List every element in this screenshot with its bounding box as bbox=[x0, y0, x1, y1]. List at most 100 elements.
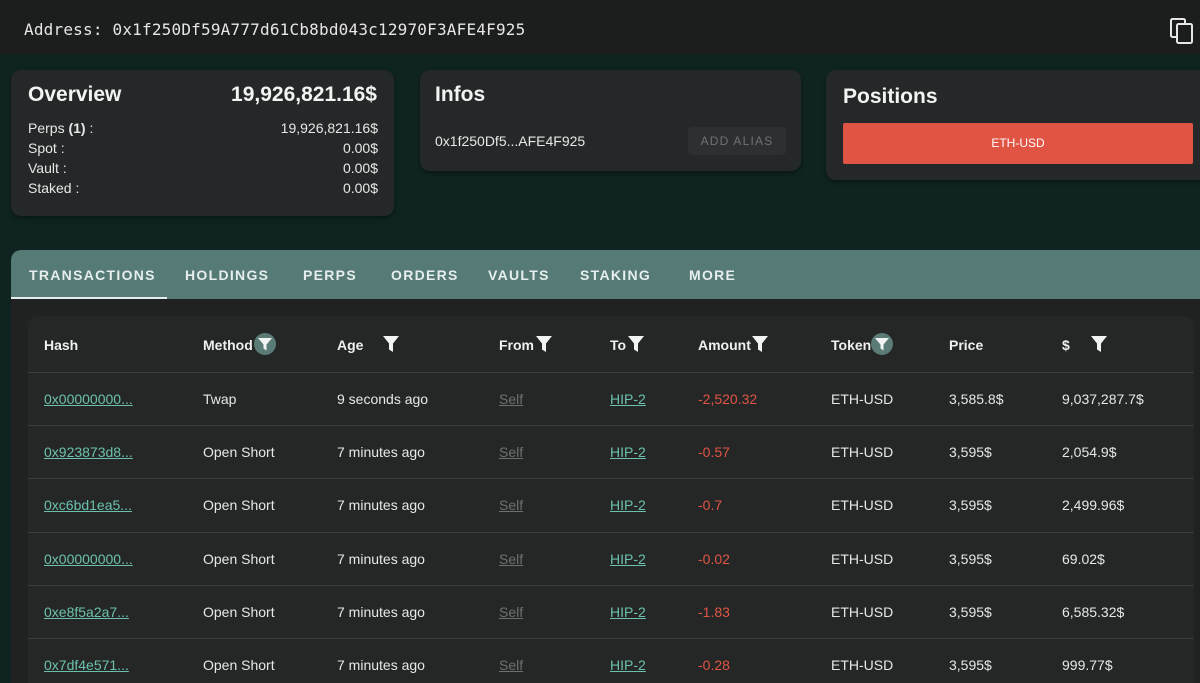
row-divider bbox=[28, 532, 1194, 533]
tx-amount: -0.28 bbox=[698, 657, 730, 673]
tx-from-link[interactable]: Self bbox=[499, 603, 523, 621]
tx-hash-link[interactable]: 0xe8f5a2a7... bbox=[44, 603, 129, 621]
overview-value: 19,926,821.16$ bbox=[280, 120, 378, 136]
add-alias-button[interactable]: ADD ALIAS bbox=[688, 127, 786, 155]
column-header-hash: Hash bbox=[44, 337, 79, 353]
tx-to-link[interactable]: HIP-2 bbox=[610, 550, 646, 568]
tx-amount: -2,520.32 bbox=[698, 391, 758, 407]
method-filter-icon[interactable] bbox=[254, 333, 276, 355]
tx-from-link[interactable]: Self bbox=[499, 496, 523, 514]
address-label: Address: 0x1f250Df59A777d61Cb8bd043c1297… bbox=[24, 20, 526, 39]
tx-token: ETH-USD bbox=[831, 604, 894, 620]
tx-age: 7 minutes ago bbox=[337, 657, 425, 673]
row-divider bbox=[28, 638, 1194, 639]
tx-method: Open Short bbox=[203, 444, 275, 460]
overview-value: 0.00$ bbox=[342, 160, 378, 176]
overview-row-staked: Staked : 0.00$ bbox=[28, 180, 378, 200]
tx-to-link[interactable]: HIP-2 bbox=[610, 443, 646, 461]
tx-to-link[interactable]: HIP-2 bbox=[610, 390, 646, 408]
tx-method: Open Short bbox=[203, 604, 275, 620]
tx-token: ETH-USD bbox=[831, 444, 894, 460]
row-divider bbox=[28, 478, 1194, 479]
infos-address: 0x1f250Df5...AFE4F925 bbox=[435, 133, 586, 149]
row-divider bbox=[28, 585, 1194, 586]
usd-filter-icon[interactable] bbox=[1091, 336, 1107, 353]
column-header-usd[interactable]: $ bbox=[1062, 336, 1070, 354]
from-filter-icon[interactable] bbox=[536, 336, 552, 353]
overview-label: Vault : bbox=[28, 160, 67, 176]
overview-row-spot: Spot : 0.00$ bbox=[28, 140, 378, 160]
tx-method: Open Short bbox=[203, 497, 275, 513]
tx-price: 3,595$ bbox=[949, 551, 992, 567]
tx-method: Twap bbox=[203, 391, 237, 407]
tx-token: ETH-USD bbox=[831, 391, 894, 407]
tx-from-link[interactable]: Self bbox=[499, 656, 523, 674]
tx-price: 3,595$ bbox=[949, 497, 992, 513]
overview-label: Staked : bbox=[28, 180, 80, 196]
tx-age: 7 minutes ago bbox=[337, 551, 425, 567]
tx-to-link[interactable]: HIP-2 bbox=[610, 496, 646, 514]
token-filter-icon[interactable] bbox=[871, 333, 893, 355]
tx-hash-link[interactable]: 0x7df4e571... bbox=[44, 656, 129, 674]
tx-usd-value: 999.77$ bbox=[1062, 657, 1113, 673]
overview-label: Spot : bbox=[28, 140, 65, 156]
infos-card: Infos 0x1f250Df5...AFE4F925 bbox=[420, 70, 801, 171]
row-divider bbox=[28, 425, 1194, 426]
amount-filter-icon[interactable] bbox=[752, 336, 768, 353]
tx-price: 3,595$ bbox=[949, 657, 992, 673]
tx-age: 7 minutes ago bbox=[337, 604, 425, 620]
overview-value: 0.00$ bbox=[342, 180, 378, 196]
tab-more[interactable]: MORE bbox=[689, 267, 736, 283]
overview-title: Overview bbox=[28, 83, 122, 106]
column-header-to[interactable]: To bbox=[610, 336, 626, 354]
overview-row-vault: Vault : 0.00$ bbox=[28, 160, 378, 180]
tab-transactions[interactable]: TRANSACTIONS bbox=[29, 267, 156, 283]
tx-token: ETH-USD bbox=[831, 551, 894, 567]
header-divider bbox=[28, 372, 1194, 373]
column-header-from[interactable]: From bbox=[499, 336, 534, 354]
copy-icon[interactable] bbox=[1170, 18, 1194, 44]
tx-amount: -0.02 bbox=[698, 551, 730, 567]
tx-to-link[interactable]: HIP-2 bbox=[610, 603, 646, 621]
overview-row-perps: Perps (1) : 19,926,821.16$ bbox=[28, 120, 378, 140]
tx-price: 3,585.8$ bbox=[949, 391, 1004, 407]
tx-hash-link[interactable]: 0x00000000... bbox=[44, 550, 133, 568]
column-header-age[interactable]: Age bbox=[337, 336, 363, 354]
position-eth-usd-button[interactable]: ETH-USD bbox=[843, 123, 1193, 164]
tx-amount: -0.57 bbox=[698, 444, 730, 460]
tx-from-link[interactable]: Self bbox=[499, 390, 523, 408]
tx-to-link[interactable]: HIP-2 bbox=[610, 656, 646, 674]
column-header-amount[interactable]: Amount bbox=[698, 336, 751, 354]
tx-method: Open Short bbox=[203, 657, 275, 673]
tx-usd-value: 2,054.9$ bbox=[1062, 444, 1117, 460]
tx-amount: -0.7 bbox=[698, 497, 723, 513]
infos-title: Infos bbox=[435, 83, 486, 106]
tab-orders[interactable]: ORDERS bbox=[391, 267, 459, 283]
column-header-method[interactable]: Method bbox=[203, 336, 253, 354]
tx-token: ETH-USD bbox=[831, 497, 894, 513]
tab-holdings[interactable]: HOLDINGS bbox=[185, 267, 269, 283]
tx-usd-value: 69.02$ bbox=[1062, 551, 1105, 567]
tx-amount: -1.83 bbox=[698, 604, 730, 620]
tx-hash-link[interactable]: 0x00000000... bbox=[44, 390, 133, 408]
tx-hash-link[interactable]: 0x923873d8... bbox=[44, 443, 133, 461]
tx-age: 9 seconds ago bbox=[337, 391, 429, 407]
tab-staking[interactable]: STAKING bbox=[580, 267, 651, 283]
overview-label-suffix: : bbox=[85, 120, 94, 136]
to-filter-icon[interactable] bbox=[628, 336, 644, 353]
tab-perps[interactable]: PERPS bbox=[303, 267, 357, 283]
tx-token: ETH-USD bbox=[831, 657, 894, 673]
column-header-token[interactable]: Token bbox=[831, 336, 871, 354]
column-header-price: Price bbox=[949, 337, 984, 353]
overview-card: Overview 19,926,821.16$ Perps (1) : 19,9… bbox=[11, 70, 394, 216]
positions-title: Positions bbox=[843, 85, 938, 108]
tx-price: 3,595$ bbox=[949, 604, 992, 620]
tx-usd-value: 9,037,287.7$ bbox=[1062, 391, 1144, 407]
tx-from-link[interactable]: Self bbox=[499, 550, 523, 568]
age-filter-icon[interactable] bbox=[383, 336, 399, 353]
tx-hash-link[interactable]: 0xc6bd1ea5... bbox=[44, 496, 132, 514]
tx-age: 7 minutes ago bbox=[337, 444, 425, 460]
tx-price: 3,595$ bbox=[949, 444, 992, 460]
tab-vaults[interactable]: VAULTS bbox=[488, 267, 550, 283]
tx-from-link[interactable]: Self bbox=[499, 443, 523, 461]
